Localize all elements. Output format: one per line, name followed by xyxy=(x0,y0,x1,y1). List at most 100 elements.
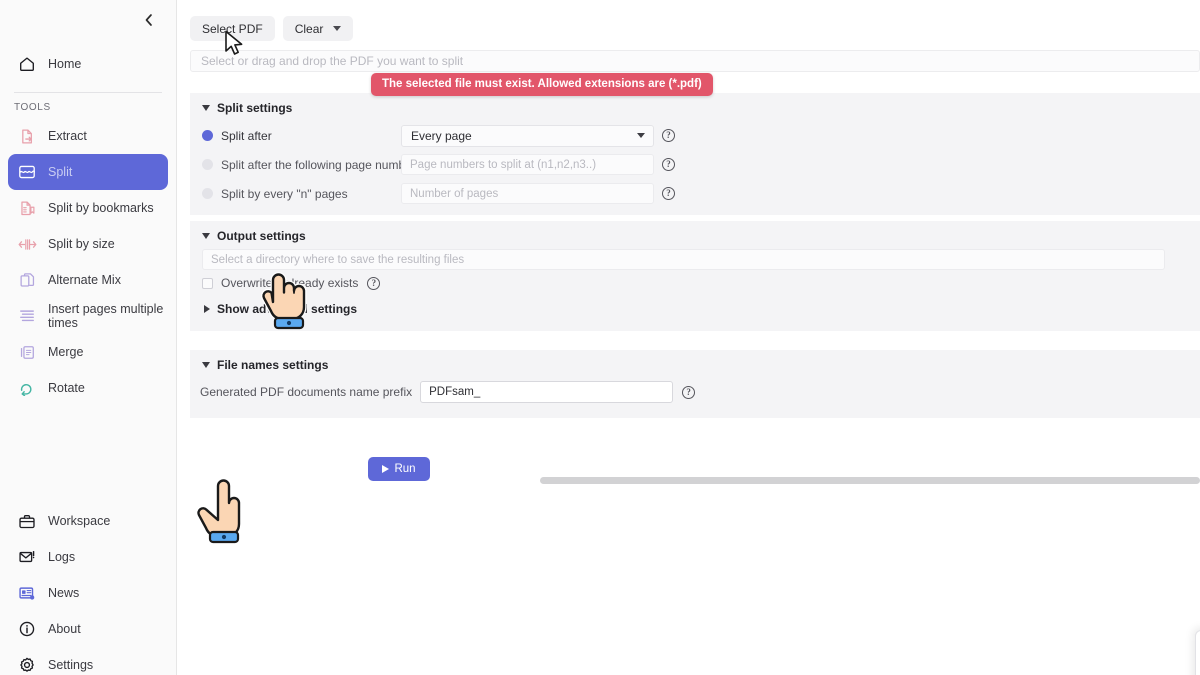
chevron-left-icon[interactable] xyxy=(138,10,158,30)
sidebar-bottom-nav: Workspace Logs News About Settings xyxy=(0,503,176,675)
triangle-down-icon xyxy=(202,362,210,368)
output-directory-placeholder: Select a directory where to save the res… xyxy=(211,253,465,266)
merge-icon xyxy=(17,342,37,362)
select-pdf-label: Select PDF xyxy=(202,21,263,36)
prefix-input[interactable]: PDFsam_ xyxy=(420,381,674,403)
split-size-icon xyxy=(17,234,37,254)
split-icon xyxy=(17,162,37,182)
sidebar-item-label: Logs xyxy=(48,550,76,564)
sidebar-section-tools: TOOLS xyxy=(14,102,51,113)
pdf-dropzone-placeholder: Select or drag and drop the PDF you want… xyxy=(201,54,464,68)
overwrite-label: Overwrite if already exists xyxy=(221,276,359,290)
split-after-row: Split after Every page ? xyxy=(190,121,1200,150)
sidebar-item-split[interactable]: Split xyxy=(8,154,168,190)
main-content: Select PDF Clear Select or drag and drop… xyxy=(177,0,1200,675)
help-circle-icon[interactable]: ? xyxy=(662,158,675,171)
run-button[interactable]: Run xyxy=(368,457,430,481)
split-after-pages-input[interactable]: Page numbers to split at (n1,n2,n3..) xyxy=(401,154,654,175)
show-advanced-settings-toggle[interactable]: Show advanced settings xyxy=(190,296,1200,322)
split-every-n-row: Split by every "n" pages Number of pages… xyxy=(190,179,1200,208)
sidebar-item-label: Split by size xyxy=(48,237,115,251)
chevron-down-icon xyxy=(637,133,645,138)
help-circle-icon[interactable]: ? xyxy=(662,129,675,142)
file-names-settings-header[interactable]: File names settings xyxy=(190,350,1200,378)
split-every-n-label: Split by every "n" pages xyxy=(221,186,348,201)
sidebar-item-alternate-mix[interactable]: Alternate Mix xyxy=(8,262,168,298)
news-icon xyxy=(17,583,37,603)
split-settings-header[interactable]: Split settings xyxy=(190,93,1200,121)
split-every-n-placeholder: Number of pages xyxy=(410,187,499,200)
sidebar-item-insert-pages-multiple-times[interactable]: Insert pages multiple times xyxy=(8,298,168,334)
validation-error-badge: The selected file must exist. Allowed ex… xyxy=(371,73,713,96)
sidebar-item-label: Alternate Mix xyxy=(48,273,121,287)
sidebar-item-label: Split by bookmarks xyxy=(48,201,154,215)
insert-pages-icon xyxy=(17,306,37,326)
clear-button[interactable]: Clear xyxy=(282,16,354,41)
sidebar-item-workspace[interactable]: Workspace xyxy=(8,503,168,539)
alternate-mix-icon xyxy=(17,270,37,290)
sidebar-collapse-row xyxy=(0,0,176,40)
sidebar-item-label: Merge xyxy=(48,345,84,359)
sidebar-item-rotate[interactable]: Rotate xyxy=(8,370,168,406)
clear-label: Clear xyxy=(294,21,324,36)
sidebar: Home TOOLS Extract Split Split by bookma… xyxy=(0,0,177,675)
split-after-value: Every page xyxy=(411,128,472,143)
output-directory-row: Select a directory where to save the res… xyxy=(190,249,1200,270)
sidebar-item-about[interactable]: About xyxy=(8,611,168,647)
sidebar-item-label: Extract xyxy=(48,129,87,143)
help-circle-icon[interactable]: ? xyxy=(682,385,696,399)
output-settings-title: Output settings xyxy=(217,229,306,243)
split-after-radio[interactable] xyxy=(202,130,213,141)
output-directory-input[interactable]: Select a directory where to save the res… xyxy=(202,249,1165,270)
sidebar-item-logs[interactable]: Logs xyxy=(8,539,168,575)
help-circle-icon[interactable]: ? xyxy=(367,276,381,290)
briefcase-icon xyxy=(17,511,37,531)
chevron-down-icon xyxy=(333,26,342,31)
sidebar-item-split-by-bookmarks[interactable]: Split by bookmarks xyxy=(8,190,168,226)
prefix-value: PDFsam_ xyxy=(429,386,481,398)
gear-icon xyxy=(17,655,37,675)
sidebar-item-label: Split xyxy=(48,165,73,179)
triangle-down-icon xyxy=(202,233,210,239)
output-settings-header[interactable]: Output settings xyxy=(190,221,1200,249)
pdfsam-window: Home TOOLS Extract Split Split by bookma… xyxy=(0,0,1200,675)
sidebar-item-home[interactable]: Home xyxy=(8,46,168,82)
sidebar-item-news[interactable]: News xyxy=(8,575,168,611)
show-advanced-settings-label: Show advanced settings xyxy=(217,302,358,316)
sidebar-item-label: Rotate xyxy=(48,381,85,395)
split-after-pages-row: Split after the following page numbers P… xyxy=(190,150,1200,179)
select-pdf-button[interactable]: Select PDF xyxy=(190,16,275,41)
sidebar-item-label: Home xyxy=(48,57,82,71)
home-icon xyxy=(17,54,37,74)
triangle-right-icon xyxy=(204,305,210,313)
extract-icon xyxy=(17,126,37,146)
info-circle-icon xyxy=(17,619,37,639)
sidebar-item-label: Workspace xyxy=(48,514,111,528)
overwrite-checkbox[interactable] xyxy=(202,277,213,289)
news-toast[interactable]: PDFsam Visual release We released the ne… xyxy=(1195,630,1200,675)
prefix-label: Generated PDF documents name prefix xyxy=(200,385,413,399)
sidebar-item-label: News xyxy=(48,586,80,600)
help-circle-icon[interactable]: ? xyxy=(662,187,675,200)
sidebar-item-split-by-size[interactable]: Split by size xyxy=(8,226,168,262)
split-every-n-radio[interactable] xyxy=(202,188,213,199)
toolbar: Select PDF Clear xyxy=(177,0,1200,41)
sidebar-item-settings[interactable]: Settings xyxy=(8,647,168,675)
horizontal-scrollbar[interactable] xyxy=(540,477,1200,484)
split-every-n-input[interactable]: Number of pages xyxy=(401,183,654,204)
triangle-down-icon xyxy=(202,105,210,111)
split-after-pages-label: Split after the following page numbers xyxy=(221,157,422,172)
split-after-pages-radio[interactable] xyxy=(202,159,213,170)
pdf-dropzone[interactable]: Select or drag and drop the PDF you want… xyxy=(190,50,1200,72)
split-bookmarks-icon xyxy=(17,198,37,218)
file-names-settings-panel: File names settings Generated PDF docume… xyxy=(190,350,1200,418)
split-after-pages-placeholder: Page numbers to split at (n1,n2,n3..) xyxy=(410,158,597,171)
sidebar-item-extract[interactable]: Extract xyxy=(8,118,168,154)
sidebar-item-label: About xyxy=(48,622,81,636)
split-after-select[interactable]: Every page xyxy=(401,124,654,147)
file-names-settings-title: File names settings xyxy=(217,358,329,372)
envelope-alert-icon xyxy=(17,547,37,567)
split-settings-panel: Split settings Split after Every page ? … xyxy=(190,93,1200,215)
sidebar-item-merge[interactable]: Merge xyxy=(8,334,168,370)
split-after-label: Split after xyxy=(221,128,272,143)
